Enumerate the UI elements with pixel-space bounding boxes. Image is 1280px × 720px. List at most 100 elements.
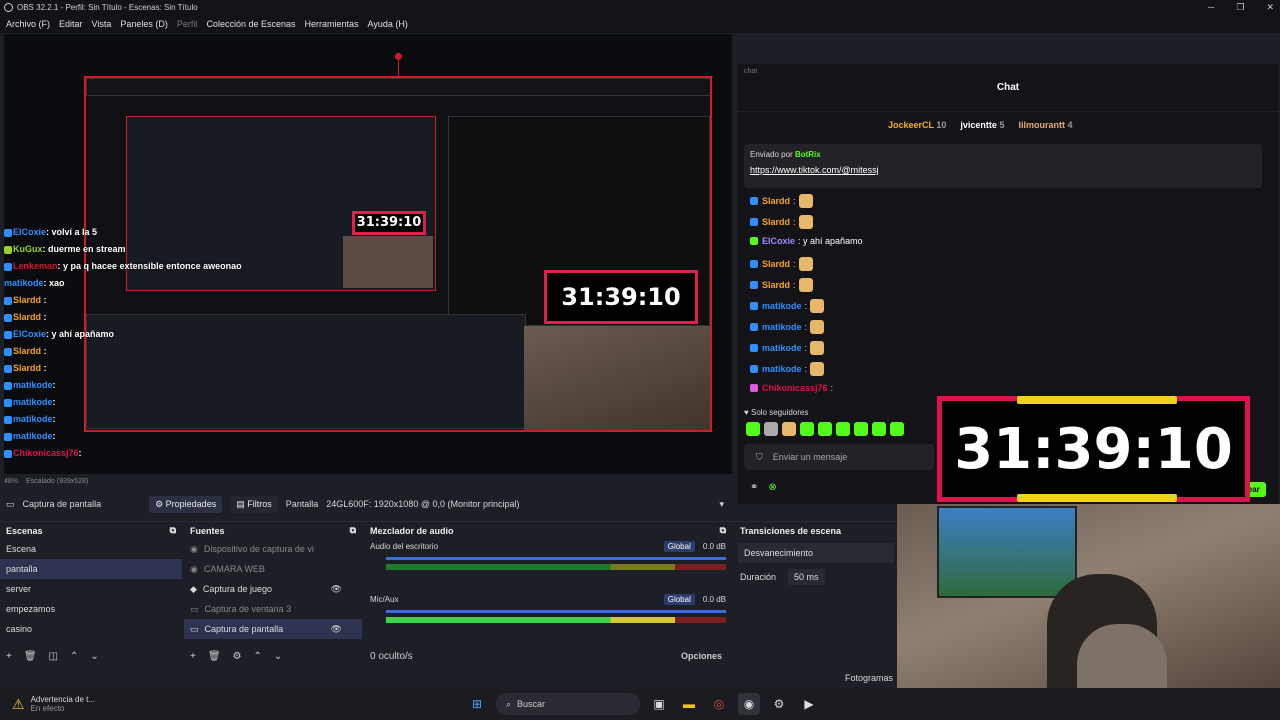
down-icon[interactable]: ⌄ xyxy=(274,651,282,662)
chat-panel-label: chat xyxy=(744,68,758,75)
add-icon[interactable]: + xyxy=(6,651,12,662)
warning-sub: En efecto xyxy=(30,704,65,713)
chat-message: matikode: xyxy=(750,299,825,313)
source-label: Captura de ventana 3 xyxy=(204,604,292,614)
nested-webcam xyxy=(524,326,710,430)
steam-icon[interactable]: ⚙ xyxy=(768,693,790,715)
scene-item-selected[interactable]: pantalla xyxy=(0,559,182,579)
filter-icon[interactable]: ◫ xyxy=(49,651,58,662)
emote-icon[interactable] xyxy=(818,422,832,436)
rotate-line xyxy=(398,58,399,76)
emote-icon[interactable] xyxy=(764,422,778,436)
source-item[interactable]: ◆ Captura de juego 👁 xyxy=(184,579,362,599)
display-select[interactable]: 24GL600F: 1920x1080 @ 0,0 (Monitor princ… xyxy=(326,499,711,509)
scene-item[interactable]: Escena xyxy=(0,539,182,559)
emote-icon xyxy=(798,215,813,229)
warning-notice[interactable]: ⚠ Advertencia de t... En efecto xyxy=(0,695,200,713)
eye-icon[interactable]: 👁 xyxy=(331,624,342,635)
transition-select[interactable]: Desvanecimiento xyxy=(738,543,894,563)
duration-input[interactable]: 50 ms xyxy=(788,569,825,585)
maximize-icon[interactable]: ❐ xyxy=(1236,0,1244,14)
mixer-title: Mezclador de audio xyxy=(370,525,454,536)
trash-icon[interactable]: 🗑 xyxy=(24,651,37,662)
overlay-chat-line: Slardd : xyxy=(4,295,47,305)
global-badge[interactable]: Global xyxy=(663,541,695,552)
title-bar: OBS 32.2.1 - Perfil: Sin Título - Escena… xyxy=(0,0,1280,15)
global-badge[interactable]: Global xyxy=(663,594,695,605)
dock-menu-icon[interactable]: ⧉ xyxy=(720,525,726,536)
obs-icon[interactable]: ◉ xyxy=(738,693,760,715)
up-icon[interactable]: ⌃ xyxy=(254,651,262,662)
overlay-chat-line: matikode: xyxy=(4,414,56,424)
menu-editar[interactable]: Editar xyxy=(59,19,83,29)
chrome-icon[interactable]: ◎ xyxy=(708,693,730,715)
emote-icon[interactable] xyxy=(746,422,760,436)
overlay-chat-line: ElCoxie: volví a la 5 xyxy=(4,227,97,237)
scene-item[interactable]: server xyxy=(0,579,182,599)
menu-archivo[interactable]: Archivo (F) xyxy=(6,19,50,29)
pinned-message[interactable]: Enviado por BotRix https://www.tiktok.co… xyxy=(744,144,1262,188)
gear-icon[interactable]: ⚙ xyxy=(233,651,242,662)
minimize-icon[interactable]: ─ xyxy=(1208,0,1214,14)
windows-start-icon[interactable]: ⊞ xyxy=(466,693,488,715)
overlay-chat-line: Slardd : xyxy=(4,312,47,322)
down-icon[interactable]: ⌄ xyxy=(90,651,98,662)
add-icon[interactable]: + xyxy=(190,651,196,662)
dock-menu-icon[interactable]: ⧉ xyxy=(170,525,176,536)
pinned-link[interactable]: https://www.tiktok.com/@mitessj xyxy=(750,165,1256,175)
file-explorer-icon[interactable]: ▬ xyxy=(678,693,700,715)
chat-input[interactable]: ⛉ Enviar un mensaje xyxy=(744,444,934,470)
task-view-icon[interactable]: ▣ xyxy=(648,693,670,715)
emote-icon xyxy=(798,278,813,292)
mic-audio-channel: Mic/Aux Global 0.0 dB xyxy=(370,594,726,623)
media-player-icon[interactable]: ▶ xyxy=(798,693,820,715)
trash-icon[interactable]: 🗑 xyxy=(208,651,221,662)
chat-tools: ⚭ ⊗ xyxy=(750,482,777,493)
emote-icon[interactable] xyxy=(872,422,886,436)
source-item[interactable]: ◉ Dispositivo de captura de vi xyxy=(184,539,362,559)
menu-coleccion-escenas[interactable]: Colección de Escenas xyxy=(206,19,295,29)
options-button[interactable]: Opciones xyxy=(681,651,722,661)
chat-message: Slardd: xyxy=(750,278,813,292)
menu-perfil[interactable]: Perfil xyxy=(177,19,198,29)
audio-meter xyxy=(386,564,726,570)
zoom-level[interactable]: 48% xyxy=(4,478,18,485)
emote-icon xyxy=(810,299,825,313)
up-icon[interactable]: ⌃ xyxy=(70,651,78,662)
menu-herramientas[interactable]: Herramientas xyxy=(305,19,359,29)
source-item-selected[interactable]: ▭ Captura de pantalla 👁 xyxy=(184,619,362,639)
selected-source-name: Captura de pantalla xyxy=(22,499,102,509)
volume-slider[interactable] xyxy=(386,610,726,613)
scene-item[interactable]: empezamos xyxy=(0,599,182,619)
window-title: OBS 32.2.1 - Perfil: Sin Título - Escena… xyxy=(17,3,198,12)
emote-icon[interactable] xyxy=(854,422,868,436)
source-label: Captura de juego xyxy=(202,584,272,594)
menu-paneles[interactable]: Paneles (D) xyxy=(120,19,168,29)
menu-ayuda[interactable]: Ayuda (H) xyxy=(368,19,408,29)
eye-icon[interactable]: 👁 xyxy=(331,584,342,595)
kick-icon[interactable]: ⊗ xyxy=(768,482,776,493)
users-icon[interactable]: ⚭ xyxy=(750,482,758,493)
chat-message: ElCoxie: y ahí apañamo xyxy=(750,236,863,246)
properties-button[interactable]: ⚙ Propiedades xyxy=(149,495,223,513)
close-icon[interactable]: ✕ xyxy=(1266,0,1274,14)
dock-menu-icon[interactable]: ⧉ xyxy=(350,525,356,536)
scene-item[interactable]: casino xyxy=(0,619,182,639)
emote-icon[interactable] xyxy=(782,422,796,436)
overlay-chat-line: ElCoxie: y ahí apañamo xyxy=(4,329,114,339)
transitions-dock: Transiciones de escena Desvanecimiento D… xyxy=(734,521,898,665)
emote-icon[interactable] xyxy=(800,422,814,436)
sources-dock: Fuentes ⧉ ◉ Dispositivo de captura de vi ◉… xyxy=(184,521,362,665)
source-item[interactable]: ▭ Captura de ventana 3 xyxy=(184,599,362,619)
chat-title: Chat xyxy=(996,82,1020,93)
source-item[interactable]: ◉ CAMARA WEB xyxy=(184,559,362,579)
top-chatter: jvicentte 5 xyxy=(960,120,1005,130)
menu-vista[interactable]: Vista xyxy=(92,19,112,29)
volume-slider[interactable] xyxy=(386,557,726,560)
emote-icon[interactable] xyxy=(836,422,850,436)
taskbar: ⚠ Advertencia de t... En efecto ⊞ ⌕ Buscar… xyxy=(0,688,1280,720)
chevron-down-icon[interactable]: ▾ xyxy=(719,499,724,510)
emote-icon[interactable] xyxy=(890,422,904,436)
taskbar-search[interactable]: ⌕ Buscar xyxy=(496,693,640,715)
filters-button[interactable]: ▤ Filtros xyxy=(230,495,278,513)
